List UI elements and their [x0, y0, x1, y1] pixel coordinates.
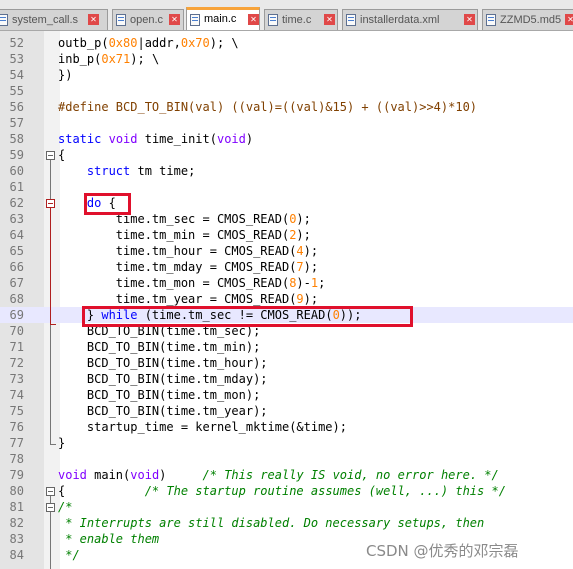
line-source[interactable]: struct tm time;	[58, 163, 195, 179]
code-line[interactable]: 73 BCD_TO_BIN(time.tm_mday);	[0, 371, 573, 387]
line-number: 64	[9, 228, 24, 242]
line-source[interactable]: }	[58, 435, 65, 451]
line-number: 76	[9, 420, 24, 434]
line-number: 57	[9, 116, 24, 130]
code-line[interactable]: 68 time.tm_year = CMOS_READ(9);	[0, 291, 573, 307]
line-number: 72	[9, 356, 24, 370]
line-source[interactable]: BCD_TO_BIN(time.tm_mon);	[58, 387, 260, 403]
line-source[interactable]: time.tm_hour = CMOS_READ(4);	[58, 243, 318, 259]
code-line[interactable]: 67 time.tm_mon = CMOS_READ(8)-1;	[0, 275, 573, 291]
fold-toggle-time-init[interactable]	[46, 151, 55, 160]
line-number: 73	[9, 372, 24, 386]
line-source[interactable]: outb_p(0x80|addr,0x70); \	[58, 35, 239, 51]
line-number: 68	[9, 292, 24, 306]
code-line[interactable]: 79 void main(void) /* This really IS void…	[0, 467, 573, 483]
line-source[interactable]: BCD_TO_BIN(time.tm_min);	[58, 339, 260, 355]
fold-end-time-init	[50, 444, 56, 445]
line-source[interactable]: /*	[58, 499, 72, 515]
line-number: 78	[9, 452, 24, 466]
line-number: 58	[9, 132, 24, 146]
line-source[interactable]: })	[58, 67, 72, 83]
line-number: 67	[9, 276, 24, 290]
line-number: 56	[9, 100, 24, 114]
code-line[interactable]: 60 struct tm time;	[0, 163, 573, 179]
line-source[interactable]: BCD_TO_BIN(time.tm_year);	[58, 403, 268, 419]
fold-toggle-do-block[interactable]	[46, 199, 55, 208]
code-line[interactable]: 75 BCD_TO_BIN(time.tm_year);	[0, 403, 573, 419]
line-number: 59	[9, 148, 24, 162]
line-source[interactable]: #define BCD_TO_BIN(val) ((val)=((val)&15…	[58, 99, 477, 115]
code-line[interactable]: 52 outb_p(0x80|addr,0x70); \	[0, 35, 573, 51]
line-number: 83	[9, 532, 24, 546]
annotation-box-do	[84, 193, 131, 215]
code-line[interactable]: 65 time.tm_hour = CMOS_READ(4);	[0, 243, 573, 259]
line-source[interactable]: { /* The startup routine assumes (well, …	[58, 483, 506, 499]
code-line[interactable]: 78	[0, 451, 573, 467]
line-number: 63	[9, 212, 24, 226]
line-source[interactable]: */	[58, 547, 79, 563]
line-source[interactable]: inb_p(0x71); \	[58, 51, 159, 67]
code-line[interactable]: 57	[0, 115, 573, 131]
line-source[interactable]: time.tm_year = CMOS_READ(9);	[58, 291, 318, 307]
line-number: 74	[9, 388, 24, 402]
line-source[interactable]: time.tm_mday = CMOS_READ(7);	[58, 259, 318, 275]
line-number: 55	[9, 84, 24, 98]
line-number: 71	[9, 340, 24, 354]
line-number: 80	[9, 484, 24, 498]
line-source[interactable]: time.tm_min = CMOS_READ(2);	[58, 227, 311, 243]
fold-line-do-block	[50, 208, 51, 324]
line-number: 82	[9, 516, 24, 530]
watermark: CSDN @优秀的邓宗磊	[366, 542, 519, 560]
code-line[interactable]: 64 time.tm_min = CMOS_READ(2);	[0, 227, 573, 243]
annotation-box-while	[82, 306, 413, 327]
code-line[interactable]: 54})	[0, 67, 573, 83]
line-number: 75	[9, 404, 24, 418]
code-line[interactable]: 76 startup_time = kernel_mktime(&time);	[0, 419, 573, 435]
code-line[interactable]: 81 /*	[0, 499, 573, 515]
line-number: 54	[9, 68, 24, 82]
line-number: 62	[9, 196, 24, 210]
line-number: 61	[9, 180, 24, 194]
line-source[interactable]: startup_time = kernel_mktime(&time);	[58, 419, 347, 435]
line-number: 52	[9, 36, 24, 50]
line-number: 66	[9, 260, 24, 274]
code-editor[interactable]: 52 outb_p(0x80|addr,0x70); \ 53 inb_p(0x71)…	[0, 0, 573, 569]
code-line[interactable]: 77}	[0, 435, 573, 451]
line-number: 65	[9, 244, 24, 258]
line-number: 69	[9, 308, 24, 322]
code-line[interactable]: 66 time.tm_mday = CMOS_READ(7);	[0, 259, 573, 275]
line-source[interactable]: * Interrupts are still disabled. Do nece…	[58, 515, 484, 531]
line-number: 60	[9, 164, 24, 178]
code-line[interactable]: 56 #define BCD_TO_BIN(val) ((val)=((val)&…	[0, 99, 573, 115]
line-number: 53	[9, 52, 24, 66]
line-number: 77	[9, 436, 24, 450]
code-line[interactable]: 55	[0, 83, 573, 99]
line-number: 81	[9, 500, 24, 514]
code-line[interactable]: 74 BCD_TO_BIN(time.tm_mon);	[0, 387, 573, 403]
line-source[interactable]: void main(void) /* This really IS void, …	[58, 467, 499, 483]
code-line[interactable]: 72 BCD_TO_BIN(time.tm_hour);	[0, 355, 573, 371]
fold-end-do-block	[50, 324, 56, 325]
code-line[interactable]: 53 inb_p(0x71); \	[0, 51, 573, 67]
fold-toggle-main[interactable]	[46, 487, 55, 496]
code-line[interactable]: 71 BCD_TO_BIN(time.tm_min);	[0, 339, 573, 355]
fold-toggle-comment[interactable]	[46, 503, 55, 512]
line-number: 70	[9, 324, 24, 338]
line-number: 84	[9, 548, 24, 562]
line-source[interactable]: * enable them	[58, 531, 159, 547]
code-line[interactable]: 82 * Interrupts are still disabled. Do n…	[0, 515, 573, 531]
line-source[interactable]: time.tm_mon = CMOS_READ(8)-1;	[58, 275, 326, 291]
line-source[interactable]: {	[58, 147, 65, 163]
line-source[interactable]: static void time_init(void)	[58, 131, 253, 147]
code-line[interactable]: 58 static void time_init(void)	[0, 131, 573, 147]
code-line[interactable]: 59 {	[0, 147, 573, 163]
code-line[interactable]: 80 { /* The startup routine assumes (well…	[0, 483, 573, 499]
line-source[interactable]: BCD_TO_BIN(time.tm_mday);	[58, 371, 268, 387]
line-number: 79	[9, 468, 24, 482]
line-source[interactable]: BCD_TO_BIN(time.tm_hour);	[58, 355, 268, 371]
